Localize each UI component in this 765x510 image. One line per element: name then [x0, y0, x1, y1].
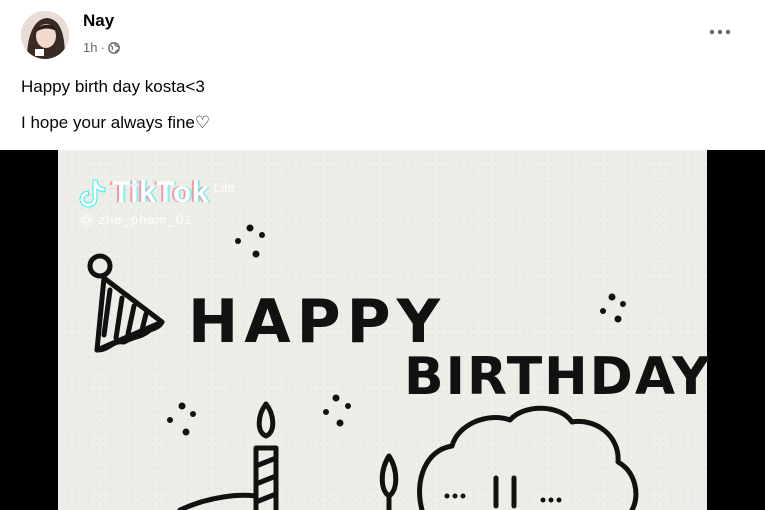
post-meta: 1h · — [83, 40, 120, 55]
cloud-character-doodle — [417, 405, 639, 510]
avatar[interactable] — [21, 11, 69, 59]
candle-doodle — [177, 401, 279, 510]
tiktok-note-icon — [79, 179, 106, 208]
video-player[interactable]: HAPPY BIRTHDAY TikTok Lite @ zhe_pham_01 — [0, 150, 765, 510]
post-time[interactable]: 1h — [83, 40, 97, 55]
tiktok-handle: @ zhe_pham_01 — [80, 212, 193, 227]
post-header: Nay 1h · — [0, 0, 765, 66]
tiktok-brand: TikTok — [112, 176, 209, 209]
avatar-image — [21, 11, 69, 59]
meta-separator: · — [100, 40, 105, 55]
cloud-face-dots — [444, 493, 562, 503]
post-text-line-2: I hope your always fine♡ — [21, 113, 211, 132]
more-options-button[interactable] — [700, 18, 740, 46]
more-horizontal-icon — [709, 29, 731, 35]
tiktok-lite-label: Lite — [213, 179, 235, 195]
drawing-text-birthday: BIRTHDAY — [404, 347, 712, 407]
party-hat-doodle — [87, 253, 165, 353]
tiktok-watermark: TikTok Lite — [78, 176, 235, 210]
author-name[interactable]: Nay — [83, 11, 114, 31]
flame-doodle — [379, 453, 399, 510]
post-text-line-1: Happy birth day kosta<3 — [21, 77, 205, 96]
globe-icon[interactable] — [107, 41, 120, 54]
